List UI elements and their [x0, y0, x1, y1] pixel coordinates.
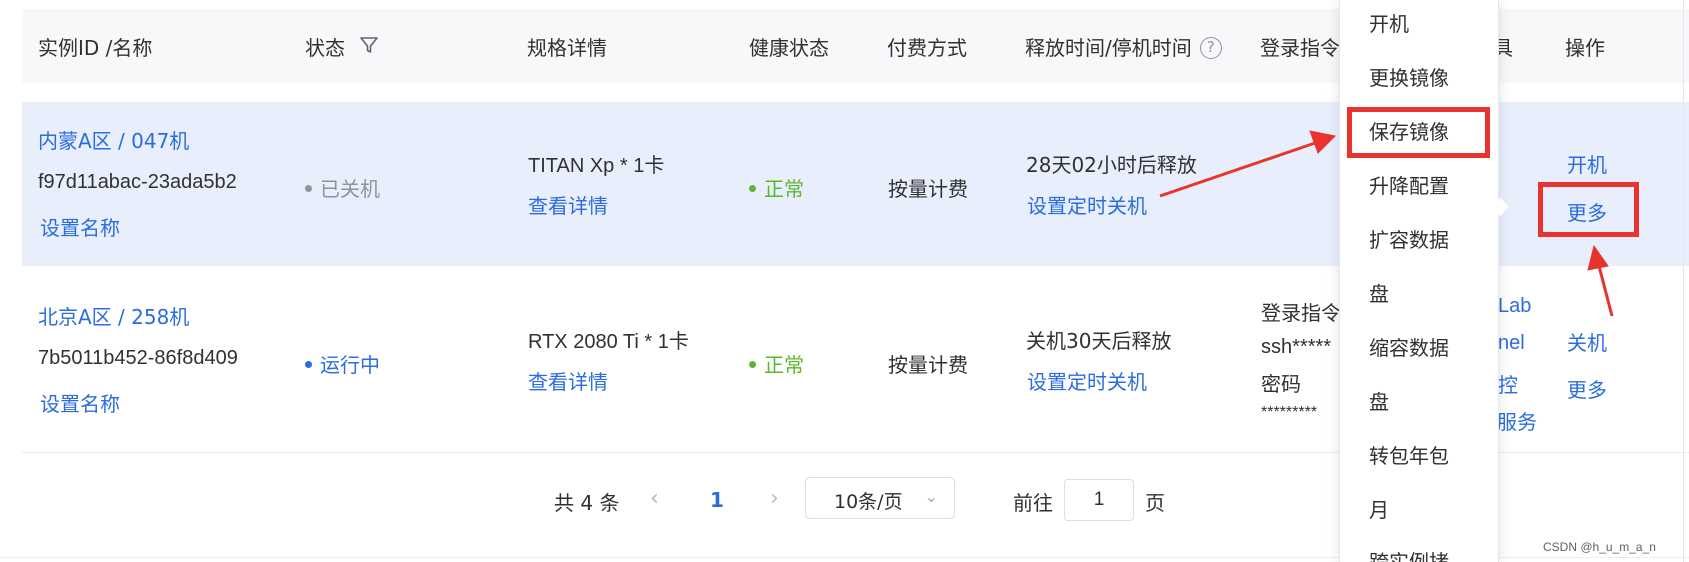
arrow-head-more-button-icon: [1587, 244, 1609, 271]
arrow-to-save-image: [1159, 140, 1319, 198]
watermark: CSDN @h_u_m_a_n: [1543, 540, 1656, 554]
annotation-arrows: [1159, 130, 1614, 317]
arrow-to-more-button: [1597, 265, 1614, 317]
arrow-head-save-image-icon: [1309, 130, 1337, 154]
